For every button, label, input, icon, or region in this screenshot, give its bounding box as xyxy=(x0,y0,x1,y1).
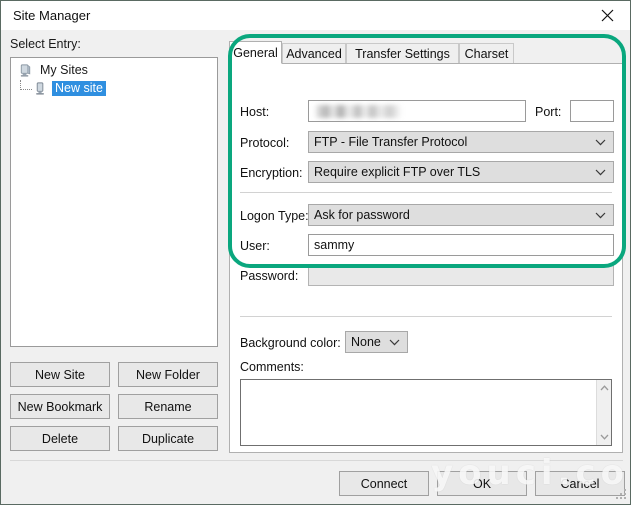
comments-textarea[interactable] xyxy=(240,379,612,446)
logon-type-select[interactable]: Ask for password xyxy=(308,204,614,226)
tree-item-new-site[interactable]: New site xyxy=(11,80,217,97)
tab-charset[interactable]: Charset xyxy=(459,43,514,64)
background-color-select[interactable]: None xyxy=(345,331,408,353)
tree-item-my-sites[interactable]: My Sites xyxy=(11,62,217,79)
tab-strip: General Advanced Transfer Settings Chars… xyxy=(229,41,623,64)
window-title: Site Manager xyxy=(13,8,91,23)
tree-connector xyxy=(20,80,32,90)
duplicate-button[interactable]: Duplicate xyxy=(118,426,218,451)
rename-button[interactable]: Rename xyxy=(118,394,218,419)
new-folder-button[interactable]: New Folder xyxy=(118,362,218,387)
ok-button[interactable]: OK xyxy=(437,471,527,496)
comments-label: Comments: xyxy=(240,360,304,374)
tree-item-label: My Sites xyxy=(40,63,88,77)
select-entry-label: Select Entry: xyxy=(10,37,81,51)
logon-type-label: Logon Type: xyxy=(240,209,309,223)
protocol-value: FTP - File Transfer Protocol xyxy=(314,135,468,149)
background-color-value: None xyxy=(351,335,381,349)
title-bar: Site Manager xyxy=(1,1,630,30)
tab-general[interactable]: General xyxy=(229,41,282,64)
footer-divider xyxy=(10,460,623,461)
new-site-button[interactable]: New Site xyxy=(10,362,110,387)
scroll-up-icon[interactable] xyxy=(597,380,612,396)
cancel-button[interactable]: Cancel xyxy=(535,471,625,496)
host-redacted-overlay xyxy=(314,105,402,118)
chevron-down-icon xyxy=(595,162,606,182)
close-glyph xyxy=(601,9,614,22)
protocol-label: Protocol: xyxy=(240,136,290,150)
encryption-label: Encryption: xyxy=(240,166,303,180)
host-label: Host: xyxy=(240,105,270,119)
user-label: User: xyxy=(240,239,270,253)
password-input[interactable] xyxy=(308,264,614,286)
protocol-select[interactable]: FTP - File Transfer Protocol xyxy=(308,131,614,153)
site-tree[interactable]: My Sites New site xyxy=(10,57,218,347)
port-label: Port: xyxy=(535,105,562,119)
server-icon xyxy=(36,82,44,95)
port-input[interactable] xyxy=(570,100,614,122)
scroll-down-icon[interactable] xyxy=(597,429,612,445)
chevron-down-icon xyxy=(595,205,606,225)
server-icon xyxy=(20,64,31,77)
resize-grip-icon[interactable] xyxy=(615,489,627,501)
connect-button[interactable]: Connect xyxy=(339,471,429,496)
delete-button[interactable]: Delete xyxy=(10,426,110,451)
tree-item-label: New site xyxy=(52,81,106,96)
tab-page-general: Host: Port: Protocol: FTP - File Transfe… xyxy=(229,63,623,453)
background-color-label: Background color: xyxy=(240,336,341,350)
close-icon[interactable] xyxy=(585,1,630,30)
tab-transfer-settings[interactable]: Transfer Settings xyxy=(346,43,459,64)
section-divider xyxy=(240,316,612,317)
chevron-down-icon xyxy=(389,332,400,352)
user-input[interactable]: sammy xyxy=(308,234,614,256)
settings-panel: General Advanced Transfer Settings Chars… xyxy=(229,41,623,453)
site-manager-dialog: Site Manager Select Entry: My Sites New … xyxy=(0,0,631,505)
tab-advanced[interactable]: Advanced xyxy=(282,43,346,64)
new-bookmark-button[interactable]: New Bookmark xyxy=(10,394,110,419)
encryption-select[interactable]: Require explicit FTP over TLS xyxy=(308,161,614,183)
section-divider xyxy=(240,192,612,193)
chevron-down-icon xyxy=(595,132,606,152)
encryption-value: Require explicit FTP over TLS xyxy=(314,165,481,179)
password-label: Password: xyxy=(240,269,299,283)
host-input[interactable] xyxy=(308,100,526,122)
logon-type-value: Ask for password xyxy=(314,208,410,222)
comments-scrollbar[interactable] xyxy=(596,380,611,445)
